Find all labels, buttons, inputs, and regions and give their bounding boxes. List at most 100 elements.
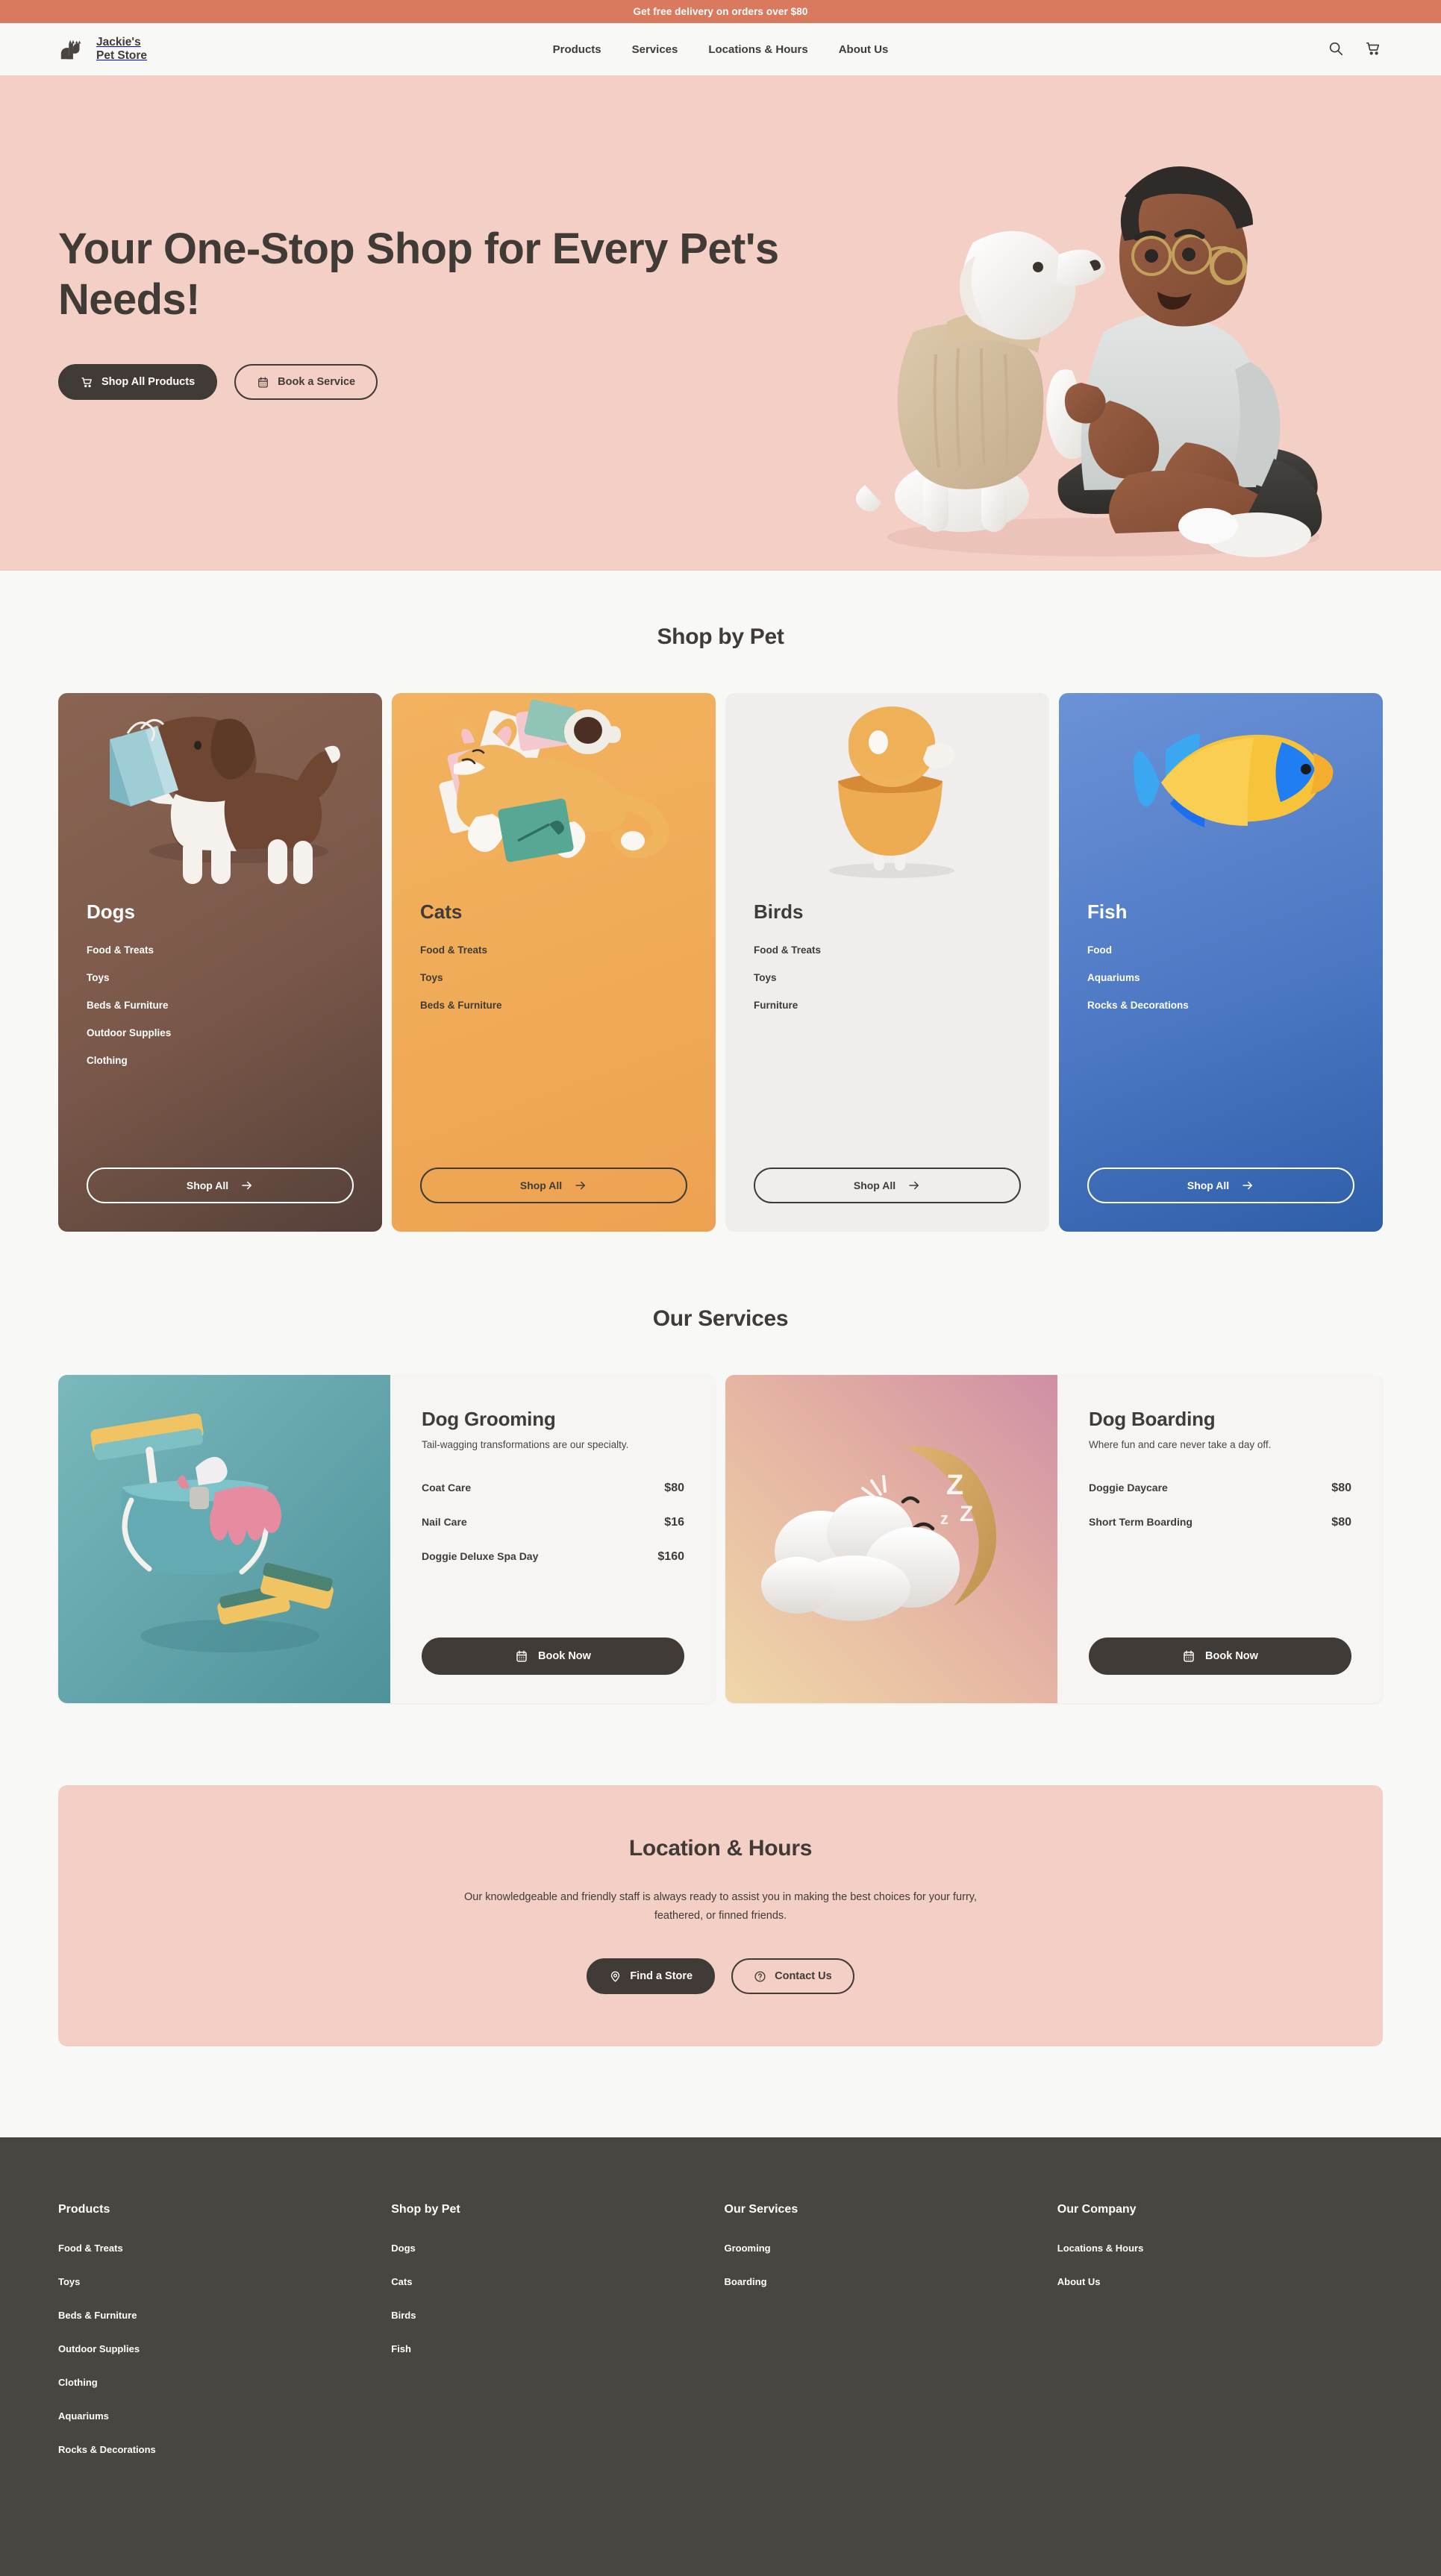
main-nav: Products Services Locations & Hours Abou… [0,23,1441,75]
shop-all-label: Shop All [186,1179,229,1191]
nav-item-products[interactable]: Products [553,43,601,56]
pet-card-links: Food & Treats Toys Beds & Furniture Outd… [87,944,354,1066]
dog-illustration [58,693,382,893]
site-footer: Products Food & Treats Toys Beds & Furni… [0,2137,1441,2576]
footer-link[interactable]: Cats [391,2276,412,2287]
price-name: Doggie Deluxe Spa Day [422,1550,539,1562]
footer-link[interactable]: About Us [1057,2276,1101,2287]
price-row: Nail Care $16 [422,1516,684,1529]
shop-all-cats-button[interactable]: Shop All [420,1168,687,1203]
shop-all-birds-button[interactable]: Shop All [754,1168,1021,1203]
footer-column-our-company: Our Company Locations & Hours About Us [1057,2203,1383,2457]
footer-link[interactable]: Outdoor Supplies [58,2343,140,2354]
cat-illustration [392,693,716,893]
shop-all-label: Shop All [519,1179,563,1191]
service-body: Dog Boarding Where fun and care never ta… [1057,1375,1383,1703]
pet-link[interactable]: Food [1087,944,1354,956]
service-subtitle: Where fun and care never take a day off. [1089,1439,1272,1450]
pet-link[interactable]: Beds & Furniture [420,1000,687,1011]
footer-link[interactable]: Toys [58,2276,80,2287]
nav-item-locations-hours[interactable]: Locations & Hours [708,43,807,56]
pet-card-cats[interactable]: Cats Food & Treats Toys Beds & Furniture… [392,693,716,1232]
promo-banner: Get free delivery on orders over $80 [0,0,1441,23]
footer-link[interactable]: Clothing [58,2377,98,2388]
pet-link[interactable]: Toys [754,972,1021,983]
book-now-grooming-button[interactable]: Book Now [422,1638,684,1675]
pet-card-links: Food & Treats Toys Beds & Furniture [420,944,687,1011]
pet-card-name: Fish [1087,900,1128,923]
pet-cards-grid: Dogs Food & Treats Toys Beds & Furniture… [58,693,1383,1232]
services-title: Our Services [652,1306,789,1331]
price-name: Coat Care [422,1482,472,1494]
pet-card-name: Birds [754,900,804,923]
svg-text:Z: Z [960,1502,973,1526]
nav-item-about-us[interactable]: About Us [839,43,889,56]
pet-link[interactable]: Aquariums [1087,972,1354,983]
shop-all-dogs-button[interactable]: Shop All [87,1168,354,1203]
footer-link[interactable]: Grooming [725,2243,771,2254]
button-label: Contact Us [775,1970,832,1983]
pet-card-name: Cats [420,900,463,923]
footer-link[interactable]: Beds & Furniture [58,2310,137,2321]
grooming-illustration [58,1375,390,1703]
footer-link[interactable]: Locations & Hours [1057,2243,1144,2254]
footer-column-title: Our Services [724,2203,798,2216]
shop-all-fish-button[interactable]: Shop All [1087,1168,1354,1203]
pet-link[interactable]: Clothing [87,1055,354,1066]
price-value: $80 [664,1482,684,1494]
pet-card-fish[interactable]: Fish Food Aquariums Rocks & Decorations … [1059,693,1383,1232]
search-icon[interactable] [1328,40,1345,58]
brand-name: Jackie's Pet Store [96,36,148,62]
footer-link[interactable]: Fish [391,2343,411,2354]
svg-text:z: z [940,1509,948,1528]
price-value: $160 [657,1550,684,1563]
promo-text: Get free delivery on orders over $80 [633,6,808,17]
book-now-boarding-button[interactable]: Book Now [1089,1638,1351,1675]
footer-link[interactable]: Rocks & Decorations [58,2444,156,2455]
pet-link[interactable]: Toys [420,972,687,983]
pet-card-links: Food Aquariums Rocks & Decorations [1087,944,1354,1011]
contact-us-button[interactable]: Contact Us [731,1958,854,1995]
pet-link[interactable]: Furniture [754,1000,1021,1011]
service-card-dog-grooming: Dog Grooming Tail-wagging transformation… [58,1375,716,1703]
hero-section: Your One-Stop Shop for Every Pet's Needs… [0,75,1441,571]
site-header: Jackie's Pet Store Products Services Loc… [0,23,1441,75]
footer-column-title: Shop by Pet [391,2203,460,2216]
service-body: Dog Grooming Tail-wagging transformation… [390,1375,716,1703]
pet-link[interactable]: Outdoor Supplies [87,1027,354,1038]
location-hours-box: Location & Hours Our knowledgeable and f… [58,1785,1383,2047]
pet-card-dogs[interactable]: Dogs Food & Treats Toys Beds & Furniture… [58,693,382,1232]
pet-link[interactable]: Food & Treats [87,944,354,956]
shop-all-products-button[interactable]: Shop All Products [58,364,218,401]
footer-column-title: Our Company [1057,2203,1137,2216]
footer-link[interactable]: Boarding [725,2276,767,2287]
service-title: Dog Grooming [422,1408,556,1430]
service-card-dog-boarding: Z Z z Dog Boarding Where fun and care ne… [725,1375,1383,1703]
brand-logo[interactable]: Jackie's Pet Store [58,35,147,63]
find-a-store-button[interactable]: Find a Store [587,1958,716,1995]
pet-link[interactable]: Food & Treats [420,944,687,956]
nav-item-services[interactable]: Services [632,43,678,56]
fish-illustration [1059,693,1383,893]
pet-card-birds[interactable]: Birds Food & Treats Toys Furniture Shop … [725,693,1049,1232]
hero-illustration [835,108,1357,571]
price-row: Short Term Boarding $80 [1089,1516,1351,1529]
footer-link[interactable]: Aquariums [58,2410,109,2422]
calendar-icon [257,376,269,389]
footer-link[interactable]: Dogs [391,2243,416,2254]
service-price-list: Doggie Daycare $80 Short Term Boarding $… [1089,1482,1351,1529]
pet-link[interactable]: Food & Treats [754,944,1021,956]
bird-illustration [725,693,1049,893]
footer-link[interactable]: Food & Treats [58,2243,123,2254]
footer-column-title: Products [58,2203,110,2216]
footer-link[interactable]: Birds [391,2310,416,2321]
pet-link[interactable]: Toys [87,972,354,983]
shop-all-label: Shop All [1187,1179,1230,1191]
hero-title: Your One-Stop Shop for Every Pet's Needs… [58,224,779,324]
pet-link[interactable]: Rocks & Decorations [1087,1000,1354,1011]
book-a-service-button[interactable]: Book a Service [234,364,378,401]
shopping-cart-icon[interactable] [1365,40,1383,58]
pet-link[interactable]: Beds & Furniture [87,1000,354,1011]
pet-card-name: Dogs [87,900,135,923]
button-label: Shop All Products [101,376,196,389]
